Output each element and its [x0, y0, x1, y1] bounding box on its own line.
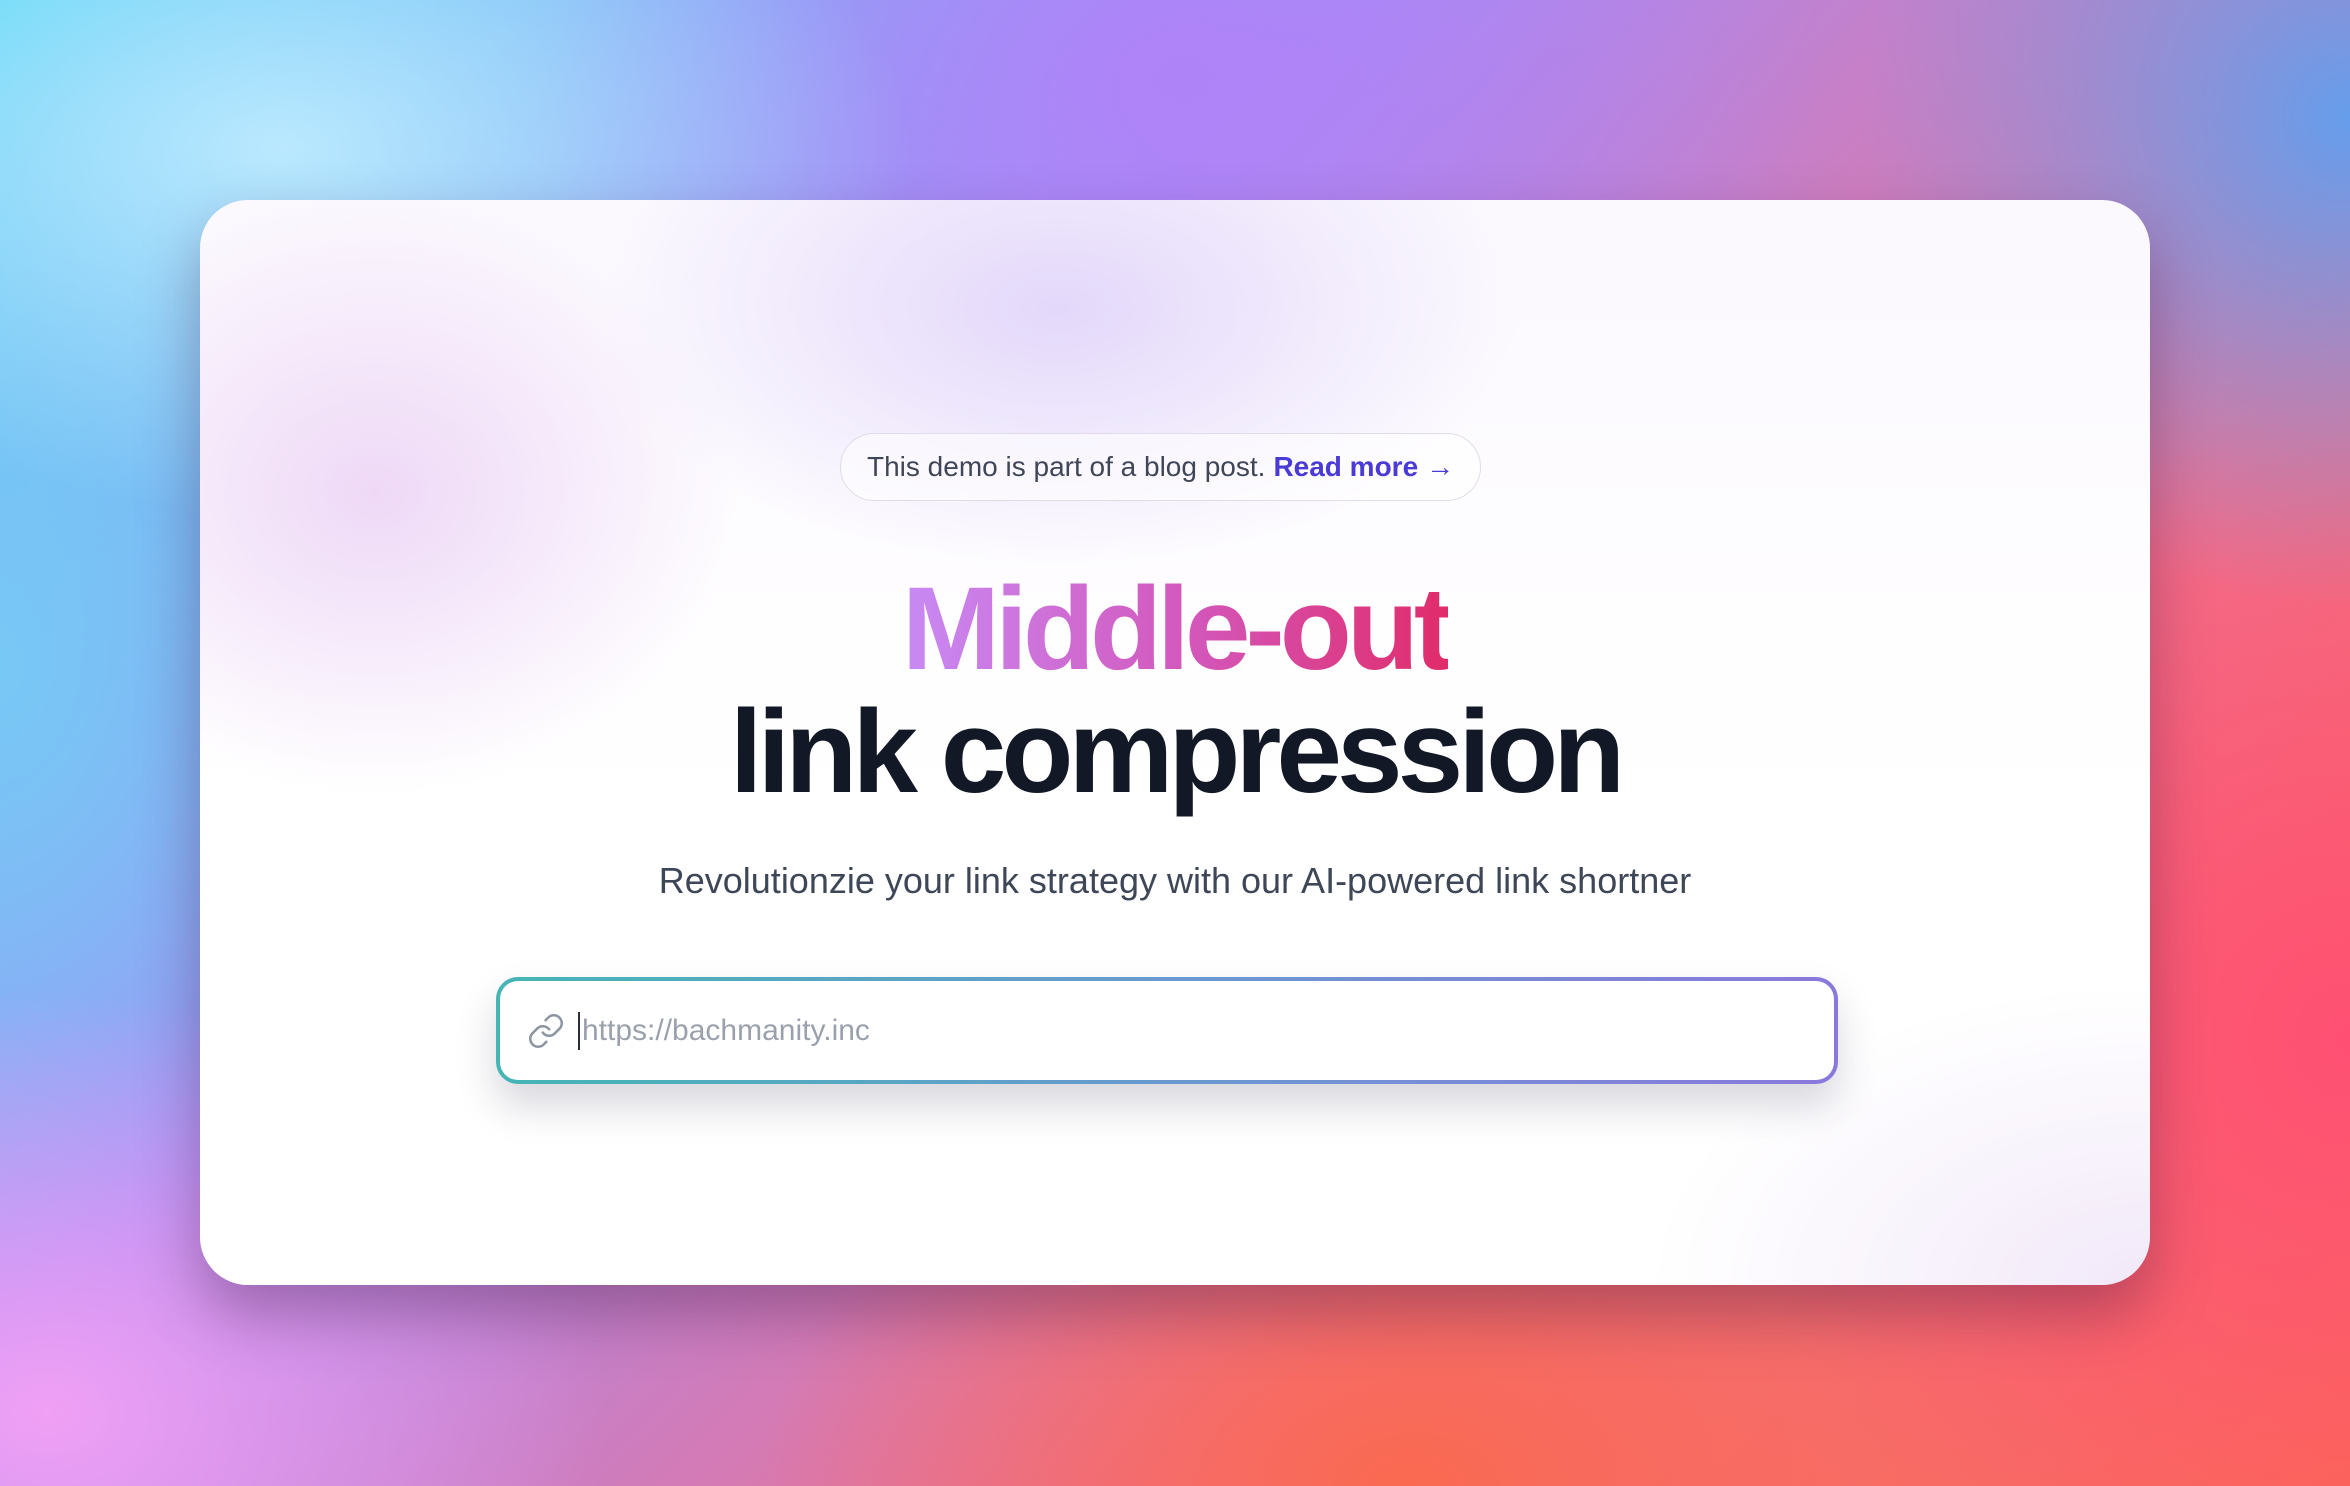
- subtitle: Revolutionzie your link strategy with ou…: [658, 860, 1692, 901]
- read-more-link[interactable]: Read more: [1273, 451, 1418, 483]
- url-input-container: [496, 977, 1838, 1084]
- link-icon: [526, 1011, 566, 1051]
- banner-text: This demo is part of a blog post.: [867, 451, 1266, 482]
- url-input[interactable]: [582, 1013, 1762, 1048]
- headline-gradient-text: Middle-out: [901, 563, 1453, 695]
- url-input-inner: [500, 981, 1834, 1080]
- arrow-right-icon[interactable]: →: [1426, 451, 1454, 483]
- main-card: This demo is part of a blog post. Read m…: [200, 200, 2150, 1285]
- headline-primary: Middle-out: [200, 570, 2150, 688]
- text-cursor: [578, 1011, 580, 1050]
- blog-post-banner: This demo is part of a blog post. Read m…: [840, 433, 1482, 501]
- headline-secondary: link compression: [729, 686, 1626, 818]
